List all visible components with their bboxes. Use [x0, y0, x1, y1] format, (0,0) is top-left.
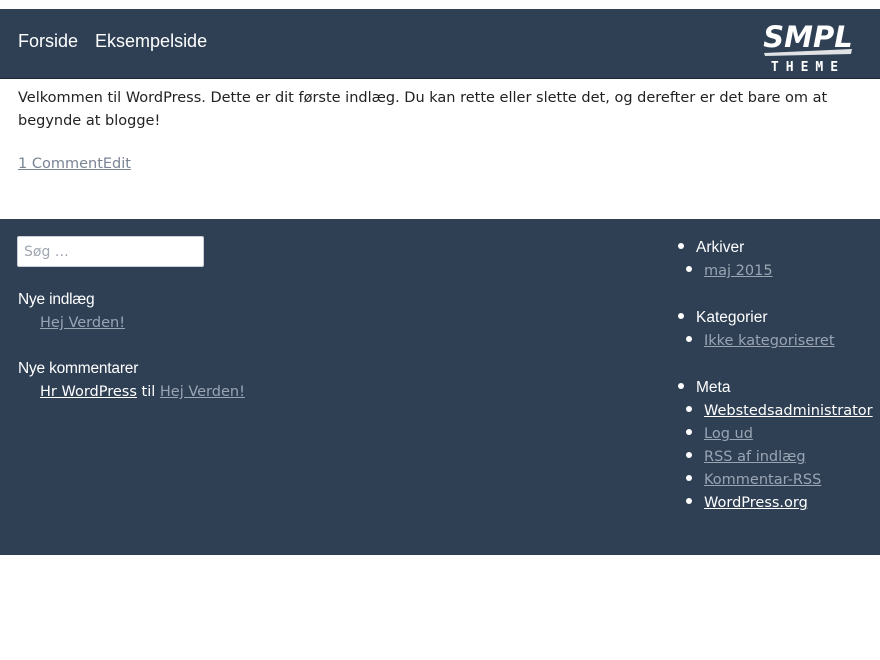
meta-link-log-ud[interactable]: Log ud: [704, 426, 753, 442]
category-item: Ikke kategoriseret: [686, 333, 835, 349]
recent-comments-title: Nye kommentarer: [18, 360, 139, 377]
archive-item: maj 2015: [686, 263, 773, 279]
bullet-icon: [686, 429, 692, 435]
site-logo[interactable]: SMPL THEME: [758, 19, 858, 75]
main-nav: Forside Eksempelside: [18, 30, 207, 52]
meta-title-text: Meta: [696, 379, 731, 396]
nav-item-eksempelside[interactable]: Eksempelside: [95, 30, 207, 52]
bullet-icon: [678, 312, 684, 319]
comment-connector: til: [141, 384, 156, 400]
archive-link-maj-2015[interactable]: maj 2015: [704, 263, 773, 279]
meta-item: RSS af indlæg: [686, 449, 806, 465]
bullet-icon: [686, 336, 692, 342]
logo-text-smpl: SMPL: [763, 20, 852, 54]
site-footer: Nye indlæg Hej Verden! Nye kommentarer H…: [0, 219, 880, 555]
meta-widget-title: Meta: [678, 379, 730, 397]
top-strip: [0, 0, 880, 9]
categories-widget-title: Kategorier: [678, 309, 768, 327]
bullet-icon: [678, 242, 684, 249]
bullet-icon: [686, 406, 692, 412]
categories-title-text: Kategorier: [696, 309, 768, 326]
comment-author-link[interactable]: Hr WordPress: [40, 384, 137, 400]
logo-text-theme: THEME: [771, 60, 845, 75]
post-body: Velkommen til WordPress. Dette er dit fø…: [18, 90, 828, 129]
bullet-icon: [686, 498, 692, 504]
comments-link[interactable]: 1 Comment: [18, 156, 103, 172]
category-link-ikke-kategoriseret[interactable]: Ikke kategoriseret: [704, 333, 835, 349]
bullet-icon: [686, 266, 692, 272]
page-bottom-area: [0, 555, 880, 660]
bullet-icon: [686, 475, 692, 481]
nav-item-forside[interactable]: Forside: [18, 30, 78, 52]
meta-link-webstedsadministrator[interactable]: Webstedsadministrator: [704, 403, 873, 419]
archives-title-text: Arkiver: [696, 239, 745, 256]
recent-post-link[interactable]: Hej Verden!: [40, 315, 125, 331]
recent-post-item: Hej Verden!: [40, 315, 125, 331]
bullet-icon: [678, 382, 684, 389]
meta-link-kommentar-rss[interactable]: Kommentar-RSS: [704, 472, 821, 488]
post-meta: 1 CommentEdit: [18, 156, 131, 172]
bullet-icon: [686, 452, 692, 458]
recent-comment-item: Hr WordPress til Hej Verden!: [40, 384, 245, 400]
meta-item: Webstedsadministrator: [686, 403, 873, 419]
archives-widget-title: Arkiver: [678, 239, 744, 257]
page: Forside Eksempelside SMPL THEME Velkomme…: [0, 0, 880, 660]
edit-link[interactable]: Edit: [103, 156, 131, 172]
meta-link-wordpress-org[interactable]: WordPress.org: [704, 495, 808, 511]
meta-link-rss-indlaeg[interactable]: RSS af indlæg: [704, 449, 806, 465]
meta-item: Kommentar-RSS: [686, 472, 821, 488]
recent-posts-title: Nye indlæg: [18, 291, 95, 308]
meta-item: Log ud: [686, 426, 753, 442]
meta-item: WordPress.org: [686, 495, 808, 511]
main-content: Velkommen til WordPress. Dette er dit fø…: [0, 79, 880, 219]
comment-post-link[interactable]: Hej Verden!: [160, 384, 245, 400]
search-input[interactable]: [17, 236, 204, 267]
site-header: Forside Eksempelside SMPL THEME: [0, 9, 880, 79]
